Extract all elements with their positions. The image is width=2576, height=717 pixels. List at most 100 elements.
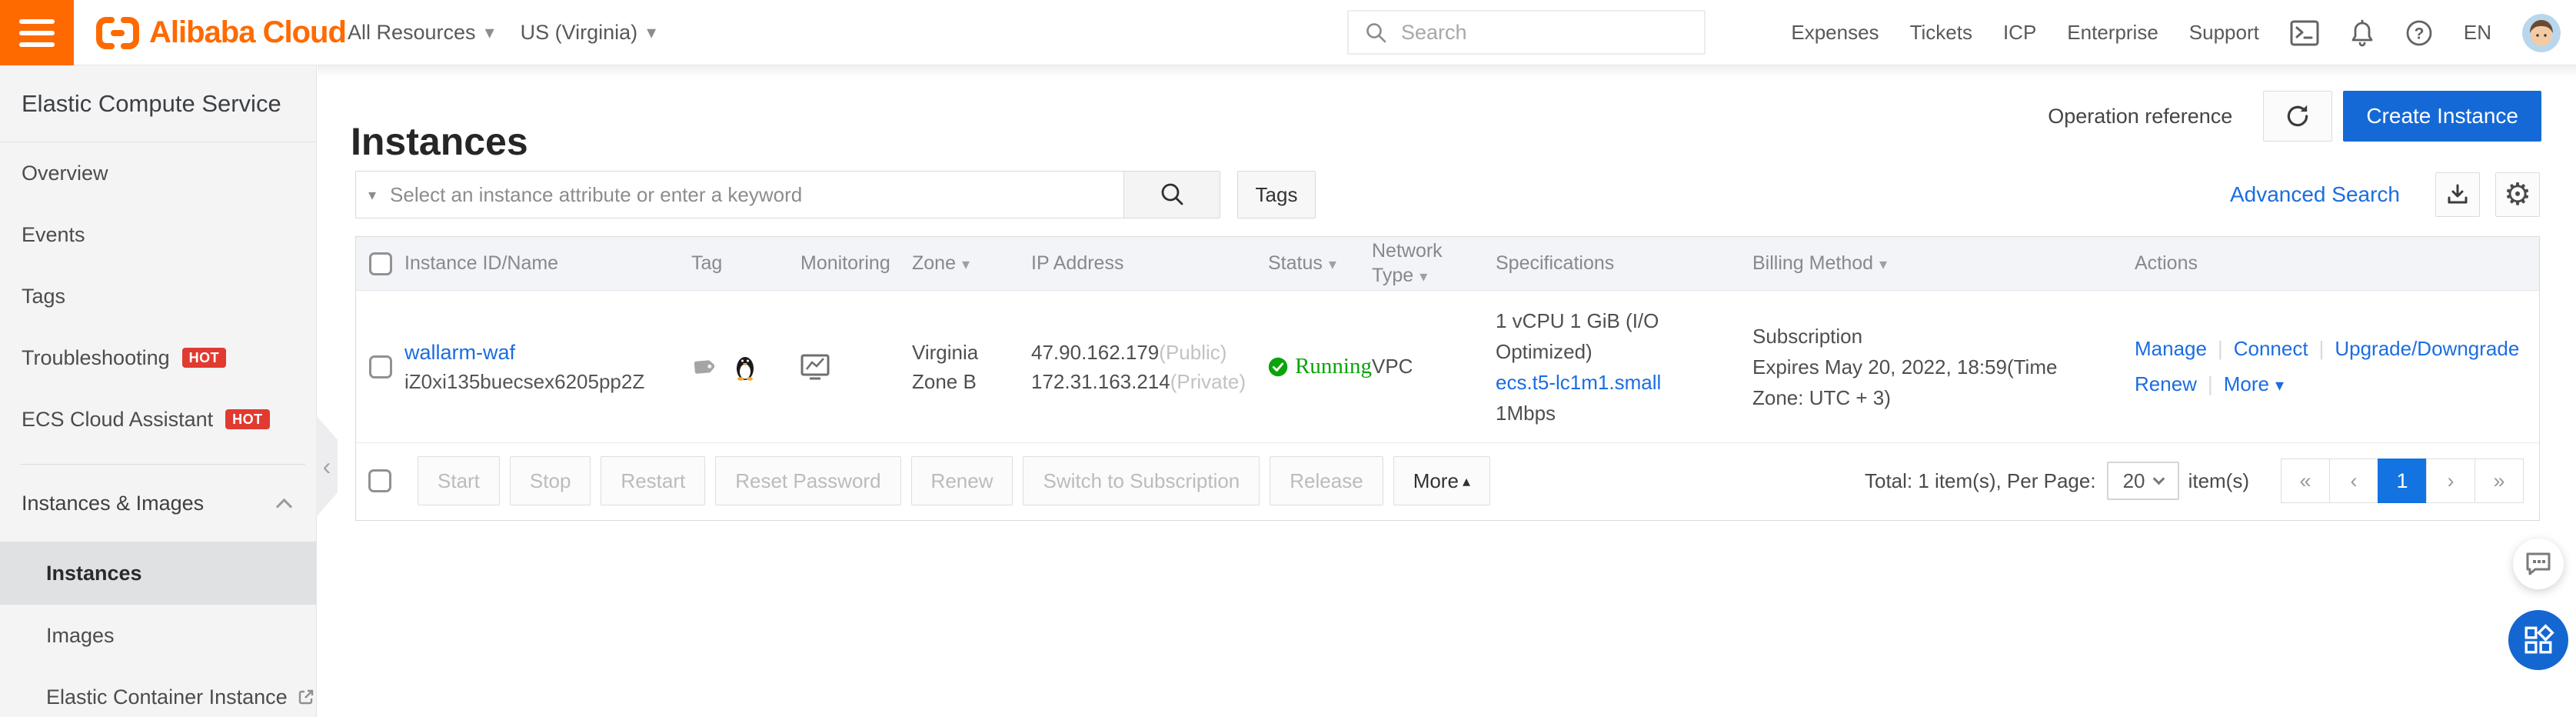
pagination-last[interactable]: » xyxy=(2474,459,2524,503)
sidebar-item-tags[interactable]: Tags xyxy=(0,265,316,327)
svg-text:?: ? xyxy=(2414,25,2424,42)
row-actions: Manage|Connect|Upgrade/Downgrade Renew|M… xyxy=(2135,331,2539,403)
attribute-filter-field[interactable]: ▾ xyxy=(355,171,1124,218)
network-type-cell: VPC xyxy=(1372,355,1496,379)
search-icon xyxy=(1364,21,1387,44)
bell-icon xyxy=(2350,19,2375,47)
notifications-button[interactable] xyxy=(2350,19,2375,47)
select-all-checkbox[interactable] xyxy=(369,252,392,275)
table-footer: Start Stop Restart Reset Password Renew … xyxy=(356,443,2539,519)
instance-type-link[interactable]: ecs.t5-lc1m1.small xyxy=(1496,367,1736,398)
operation-reference-link[interactable]: Operation reference xyxy=(2048,105,2232,128)
sidebar-item-elastic-container-instance[interactable]: Elastic Container Instance xyxy=(0,666,316,717)
status-text: Running xyxy=(1295,354,1372,379)
action-renew[interactable]: Renew xyxy=(2135,372,2197,395)
pagination-first[interactable]: « xyxy=(2281,459,2330,503)
footer-select-all-checkbox[interactable] xyxy=(368,469,391,492)
col-network-type[interactable]: Network Type xyxy=(1372,238,1496,289)
sort-icon xyxy=(1873,252,1887,274)
action-more[interactable]: More xyxy=(2224,372,2284,395)
chevron-up-icon xyxy=(276,498,292,514)
bulk-start-button[interactable]: Start xyxy=(418,456,500,505)
sidebar-item-images[interactable]: Images xyxy=(0,605,316,666)
filter-search-button[interactable] xyxy=(1123,171,1220,218)
pagination-prev[interactable]: ‹ xyxy=(2329,459,2378,503)
table-settings-button[interactable]: ⚙ xyxy=(2495,172,2540,217)
action-manage[interactable]: Manage xyxy=(2135,337,2207,360)
alibaba-cloud-logo[interactable]: Alibaba Cloud xyxy=(95,0,346,65)
col-actions: Actions xyxy=(2135,252,2539,275)
export-button[interactable] xyxy=(2435,172,2480,217)
bulk-actions: Start Stop Restart Reset Password Renew … xyxy=(418,456,1490,505)
nav-link-icp[interactable]: ICP xyxy=(2003,21,2036,45)
action-connect[interactable]: Connect xyxy=(2234,337,2308,360)
refresh-button[interactable] xyxy=(2263,91,2332,142)
bulk-reset-password-button[interactable]: Reset Password xyxy=(715,456,900,505)
filter-bar: ▾ Tags xyxy=(355,171,1316,218)
topbar-search-input[interactable] xyxy=(1399,20,1653,45)
topbar-search[interactable] xyxy=(1347,10,1706,55)
table-header-row: Instance ID/Name Tag Monitoring Zone IP … xyxy=(356,237,2539,291)
tags-filter-button[interactable]: Tags xyxy=(1237,171,1316,218)
action-upgrade-downgrade[interactable]: Upgrade/Downgrade xyxy=(2335,337,2519,360)
nav-link-support[interactable]: Support xyxy=(2189,21,2259,45)
col-specifications: Specifications xyxy=(1496,252,1752,275)
sidebar-section-instances-images[interactable]: Instances & Images xyxy=(0,465,316,542)
sidebar-item-troubleshooting[interactable]: Troubleshooting HOT xyxy=(0,327,316,389)
pagination: « ‹ 1 › » xyxy=(2281,459,2524,503)
tag-icon[interactable] xyxy=(691,355,714,379)
sidebar-item-ecs-cloud-assistant[interactable]: ECS Cloud Assistant HOT xyxy=(0,389,316,450)
bulk-renew-button[interactable]: Renew xyxy=(911,456,1013,505)
monitoring-icon[interactable] xyxy=(800,353,830,381)
question-icon: ? xyxy=(2405,19,2433,47)
user-avatar[interactable] xyxy=(2522,14,2561,52)
nav-link-expenses[interactable]: Expenses xyxy=(1791,21,1879,45)
sort-icon xyxy=(1323,252,1336,274)
bulk-restart-button[interactable]: Restart xyxy=(601,456,705,505)
cloud-shell-button[interactable] xyxy=(2290,20,2319,46)
row-checkbox[interactable] xyxy=(369,355,392,379)
terminal-icon xyxy=(2290,20,2319,46)
hot-badge: HOT xyxy=(225,409,270,429)
grid-icon xyxy=(2522,624,2554,656)
nav-link-tickets[interactable]: Tickets xyxy=(1910,21,1972,45)
topbar-right: Expenses Tickets ICP Enterprise Support xyxy=(1791,0,2561,65)
advanced-search-link[interactable]: Advanced Search xyxy=(2230,182,2400,207)
feedback-chat-button[interactable] xyxy=(2513,539,2564,589)
col-billing-method[interactable]: Billing Method xyxy=(1752,252,2135,275)
scope-group: All Resources US (Virginia) xyxy=(348,0,656,65)
instance-id: iZ0xi135buecsex6205pp2Z xyxy=(404,367,691,396)
gear-icon: ⚙ xyxy=(2504,179,2531,210)
help-button[interactable]: ? xyxy=(2405,19,2433,47)
create-instance-button[interactable]: Create Instance xyxy=(2343,91,2541,142)
os-linux-icon xyxy=(734,353,756,381)
pagination-page-1[interactable]: 1 xyxy=(2378,459,2427,503)
shortcuts-button[interactable] xyxy=(2508,610,2568,670)
per-page-select[interactable]: 20 xyxy=(2107,462,2179,500)
chat-icon xyxy=(2524,551,2552,577)
bulk-release-button[interactable]: Release xyxy=(1270,456,1383,505)
nav-link-enterprise[interactable]: Enterprise xyxy=(2067,21,2158,45)
pagination-next[interactable]: › xyxy=(2426,459,2475,503)
col-monitoring: Monitoring xyxy=(800,252,912,275)
sidebar-item-instances[interactable]: Instances xyxy=(0,542,316,605)
locale-toggle[interactable]: EN xyxy=(2464,21,2491,45)
col-zone[interactable]: Zone xyxy=(912,252,1031,275)
sort-icon xyxy=(1413,265,1427,286)
attribute-filter-input[interactable] xyxy=(388,182,1080,208)
sidebar-item-overview[interactable]: Overview xyxy=(0,142,316,204)
bulk-more-button[interactable]: More xyxy=(1393,456,1490,505)
resource-scope-dropdown[interactable]: All Resources xyxy=(348,21,494,45)
col-status[interactable]: Status xyxy=(1268,252,1372,275)
page-title: Instances xyxy=(351,119,528,164)
col-tag: Tag xyxy=(691,252,800,275)
bulk-stop-button[interactable]: Stop xyxy=(510,456,591,505)
bulk-switch-subscription-button[interactable]: Switch to Subscription xyxy=(1023,456,1260,505)
product-title: Elastic Compute Service xyxy=(0,65,316,142)
instance-name-link[interactable]: wallarm-waf xyxy=(404,338,691,367)
sidebar-item-events[interactable]: Events xyxy=(0,204,316,265)
total-count: Total: 1 item(s), Per Page: xyxy=(1865,469,2096,493)
region-dropdown[interactable]: US (Virginia) xyxy=(521,21,657,45)
chevron-down-icon[interactable]: ▾ xyxy=(368,185,376,205)
hamburger-menu-button[interactable] xyxy=(0,0,74,65)
